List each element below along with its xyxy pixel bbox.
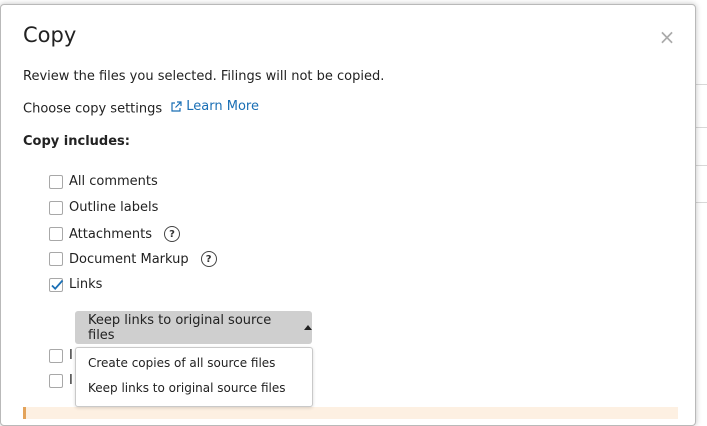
checkbox[interactable] (49, 174, 63, 189)
intro-text: Review the files you selected. Filings w… (23, 69, 385, 84)
option-links[interactable]: Links (49, 277, 102, 292)
option-outline-labels[interactable]: Outline labels (49, 200, 158, 215)
option-attachments[interactable]: Attachments ? (49, 226, 180, 242)
dropdown-option-keep-links[interactable]: Keep links to original source files (88, 381, 285, 395)
learn-more-label: Learn More (186, 99, 259, 114)
dialog-title: Copy (23, 23, 77, 47)
checkmark-icon (51, 279, 64, 290)
option-label: All comments (69, 174, 158, 189)
checkbox[interactable] (49, 373, 63, 388)
caret-up-icon (304, 325, 312, 330)
learn-more-link[interactable]: Learn More (170, 99, 259, 114)
question-circle-icon[interactable]: ? (200, 251, 217, 267)
dropdown-option-create-copies[interactable]: Create copies of all source files (88, 356, 275, 370)
option-label: I (69, 348, 73, 363)
option-label: Attachments (69, 226, 152, 242)
select-value: Keep links to original source files (88, 312, 272, 343)
close-icon[interactable]: × (657, 27, 677, 47)
checkbox[interactable] (49, 200, 63, 215)
option-label: Document Markup (69, 251, 189, 267)
option-all-comments[interactable]: All comments (49, 174, 158, 189)
checkbox[interactable] (49, 348, 63, 363)
links-mode-select[interactable]: Keep links to original source files (75, 311, 312, 344)
option-label: Links (69, 277, 103, 292)
option-document-markup[interactable]: Document Markup ? (49, 251, 217, 267)
warning-banner (23, 407, 678, 419)
option-partially-hidden[interactable]: I (49, 348, 73, 363)
question-circle-icon[interactable]: ? (163, 226, 180, 242)
copy-settings-line: Choose copy settings Learn More (23, 99, 259, 117)
copy-includes-heading: Copy includes: (23, 134, 130, 149)
external-link-icon (171, 100, 182, 112)
links-mode-dropdown: Create copies of all source files Keep l… (75, 347, 313, 407)
settings-label: Choose copy settings (23, 101, 163, 117)
checkbox[interactable] (49, 252, 63, 266)
option-label: I (69, 373, 73, 388)
option-partially-hidden[interactable]: I (49, 373, 73, 388)
copy-dialog: Copy × Review the files you selected. Fi… (0, 4, 696, 426)
checkbox[interactable] (49, 227, 63, 241)
checkbox-checked[interactable] (49, 277, 64, 292)
option-label: Outline labels (69, 200, 159, 215)
